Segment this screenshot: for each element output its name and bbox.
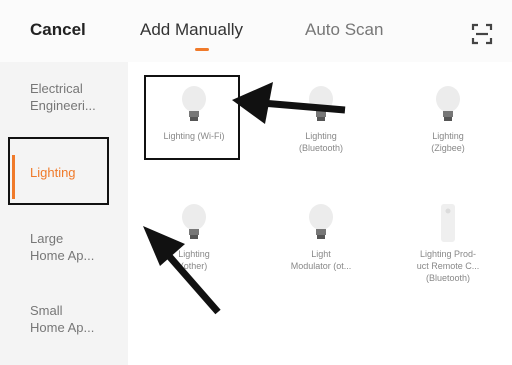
device-label: Modulator (ot... xyxy=(290,261,352,271)
remote-control-icon xyxy=(441,204,455,242)
device-light-modulator[interactable]: Light Modulator (ot... xyxy=(271,202,371,272)
sidebar-item-label: Electrical xyxy=(30,81,83,96)
device-label: uct Remote C... xyxy=(416,261,480,271)
category-sidebar: Electrical Engineeri... Lighting Large H… xyxy=(0,62,128,365)
device-label: (Bluetooth) xyxy=(298,143,344,153)
sidebar-item-small-home-appliances[interactable]: Small Home Ap... xyxy=(30,302,122,336)
sidebar-item-label: Engineeri... xyxy=(30,98,96,113)
device-label: Lighting xyxy=(432,131,464,141)
device-lighting-zigbee[interactable]: Lighting (Zigbee) xyxy=(398,84,498,154)
sidebar-item-label: Home Ap... xyxy=(30,320,95,335)
light-bulb-icon xyxy=(309,204,333,239)
active-tab-indicator xyxy=(195,48,209,51)
device-lighting-bluetooth[interactable]: Lighting (Bluetooth) xyxy=(271,84,371,154)
light-bulb-icon xyxy=(309,86,333,121)
tab-add-manually[interactable]: Add Manually xyxy=(140,20,243,40)
light-bulb-icon xyxy=(436,86,460,121)
light-bulb-icon xyxy=(182,204,206,239)
device-lighting-product-remote[interactable]: Lighting Prod- uct Remote C... (Bluetoot… xyxy=(398,202,498,284)
sidebar-item-label: Small xyxy=(30,303,63,318)
device-label: (Zigbee) xyxy=(431,143,465,153)
device-lighting-other[interactable]: Lighting (other) xyxy=(144,202,244,272)
device-label: (other) xyxy=(180,261,208,271)
tab-auto-scan[interactable]: Auto Scan xyxy=(305,20,383,40)
top-bar: Cancel Add Manually Auto Scan xyxy=(0,0,512,62)
sidebar-item-label: Large xyxy=(30,231,64,246)
device-label: Light xyxy=(311,249,331,259)
device-label: Lighting xyxy=(305,131,337,141)
sidebar-item-label: Home Ap... xyxy=(30,248,95,263)
device-label: Lighting xyxy=(178,249,210,259)
device-label: Lighting Prod- xyxy=(419,249,477,259)
device-label: (Bluetooth) xyxy=(425,273,471,283)
highlight-box-lighting xyxy=(8,137,109,205)
sidebar-item-large-home-appliances[interactable]: Large Home Ap... xyxy=(30,230,122,264)
sidebar-item-electrical-engineering[interactable]: Electrical Engineeri... xyxy=(30,80,122,114)
highlight-box-lighting-wifi xyxy=(144,75,240,160)
scan-icon[interactable] xyxy=(470,22,494,46)
cancel-button[interactable]: Cancel xyxy=(30,20,86,40)
